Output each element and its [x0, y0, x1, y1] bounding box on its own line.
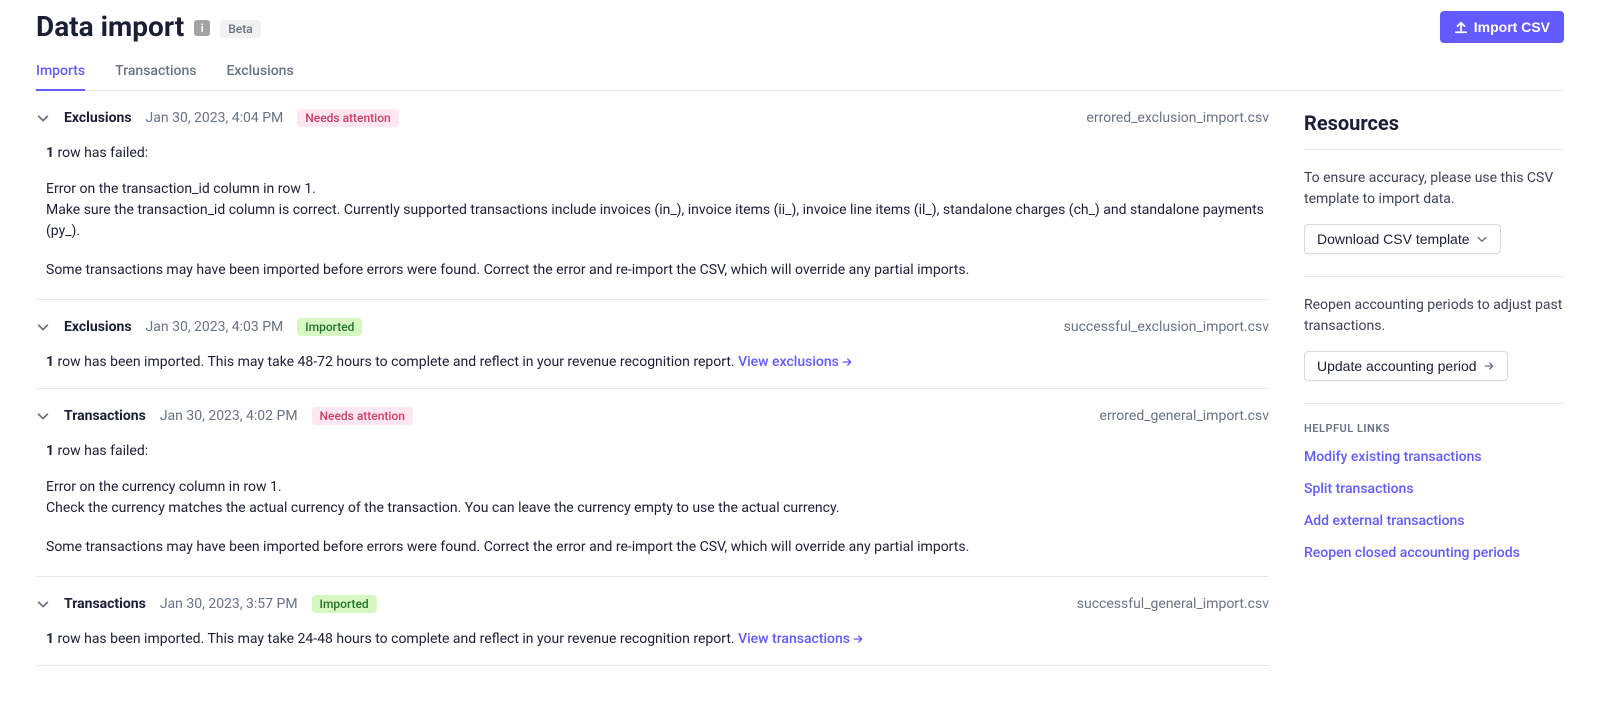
- import-filename: successful_general_import.csv: [1077, 596, 1269, 612]
- error-message: Error on the transaction_id column in ro…: [46, 179, 1269, 242]
- import-type: Exclusions: [64, 319, 132, 335]
- arrow-right-icon: [1483, 360, 1495, 372]
- warning-message: Some transactions may have been imported…: [46, 260, 1269, 281]
- status-badge: Imported: [297, 318, 362, 336]
- page-header: Data import i Beta Import CSV: [36, 10, 1564, 55]
- link-modify-transactions[interactable]: Modify existing transactions: [1304, 449, 1564, 465]
- import-type: Transactions: [64, 408, 146, 424]
- helpful-links-heading: HELPFUL LINKS: [1304, 422, 1564, 435]
- import-timestamp: Jan 30, 2023, 3:57 PM: [160, 596, 298, 612]
- update-accounting-period-button[interactable]: Update accounting period: [1304, 351, 1508, 381]
- download-csv-label: Download CSV template: [1317, 231, 1470, 247]
- resources-heading: Resources: [1304, 111, 1564, 150]
- arrow-right-icon: [841, 356, 853, 368]
- import-csv-label: Import CSV: [1474, 19, 1550, 35]
- import-filename: successful_exclusion_import.csv: [1064, 319, 1269, 335]
- view-transactions-link[interactable]: View transactions: [738, 631, 864, 647]
- import-item: Transactions Jan 30, 2023, 3:57 PM Impor…: [36, 577, 1269, 666]
- import-filename: errored_exclusion_import.csv: [1086, 110, 1269, 126]
- import-filename: errored_general_import.csv: [1100, 408, 1269, 424]
- imports-list: Exclusions Jan 30, 2023, 4:04 PM Needs a…: [36, 91, 1269, 666]
- import-timestamp: Jan 30, 2023, 4:03 PM: [146, 319, 284, 335]
- divider: [1304, 403, 1564, 404]
- update-period-label: Update accounting period: [1317, 358, 1477, 374]
- page-title: Data import: [36, 10, 184, 43]
- import-type: Transactions: [64, 596, 146, 612]
- tab-transactions[interactable]: Transactions: [115, 55, 196, 91]
- link-reopen-closed-periods[interactable]: Reopen closed accounting periods: [1304, 545, 1564, 561]
- beta-badge: Beta: [220, 20, 260, 38]
- tabs-nav: Imports Transactions Exclusions: [36, 55, 1564, 91]
- tab-imports[interactable]: Imports: [36, 55, 85, 91]
- status-badge: Needs attention: [297, 109, 398, 127]
- import-item-header[interactable]: Exclusions Jan 30, 2023, 4:03 PM Importe…: [36, 318, 1269, 336]
- import-item: Exclusions Jan 30, 2023, 4:03 PM Importe…: [36, 300, 1269, 389]
- import-item-header[interactable]: Transactions Jan 30, 2023, 3:57 PM Impor…: [36, 595, 1269, 613]
- warning-message: Some transactions may have been imported…: [46, 537, 1269, 558]
- chevron-down-icon: [36, 320, 50, 334]
- template-help-text: To ensure accuracy, please use this CSV …: [1304, 168, 1564, 210]
- import-item: Transactions Jan 30, 2023, 4:02 PM Needs…: [36, 389, 1269, 577]
- resources-panel: Resources To ensure accuracy, please use…: [1304, 91, 1564, 666]
- import-item-body: 1 row has been imported. This may take 4…: [36, 354, 1269, 370]
- import-item-body: 1 row has been imported. This may take 2…: [36, 631, 1269, 647]
- download-csv-template-button[interactable]: Download CSV template: [1304, 224, 1501, 254]
- import-csv-button[interactable]: Import CSV: [1440, 11, 1564, 43]
- view-exclusions-link[interactable]: View exclusions: [738, 354, 853, 370]
- success-message: 1 row has been imported. This may take 2…: [46, 631, 1269, 647]
- import-item-body: 1 row has failed: Error on the currency …: [36, 443, 1269, 558]
- reopen-help-text: Reopen accounting periods to adjust past…: [1304, 295, 1564, 337]
- import-item-body: 1 row has failed: Error on the transacti…: [36, 145, 1269, 281]
- upload-icon: [1454, 20, 1468, 34]
- title-group: Data import i Beta: [36, 10, 261, 43]
- import-timestamp: Jan 30, 2023, 4:02 PM: [160, 408, 298, 424]
- import-timestamp: Jan 30, 2023, 4:04 PM: [146, 110, 284, 126]
- import-type: Exclusions: [64, 110, 132, 126]
- fail-summary: 1 row has failed:: [46, 145, 1269, 161]
- chevron-down-icon: [36, 409, 50, 423]
- link-add-external-transactions[interactable]: Add external transactions: [1304, 513, 1564, 529]
- import-item: Exclusions Jan 30, 2023, 4:04 PM Needs a…: [36, 91, 1269, 300]
- fail-summary: 1 row has failed:: [46, 443, 1269, 459]
- status-badge: Imported: [312, 595, 377, 613]
- divider: [1304, 276, 1564, 277]
- tab-exclusions[interactable]: Exclusions: [226, 55, 293, 91]
- success-message: 1 row has been imported. This may take 4…: [46, 354, 1269, 370]
- chevron-down-icon: [36, 111, 50, 125]
- chevron-down-icon: [36, 597, 50, 611]
- arrow-right-icon: [852, 633, 864, 645]
- info-icon[interactable]: i: [194, 20, 210, 36]
- chevron-down-icon: [1476, 233, 1488, 245]
- error-message: Error on the currency column in row 1. C…: [46, 477, 1269, 519]
- status-badge: Needs attention: [312, 407, 413, 425]
- import-item-header[interactable]: Transactions Jan 30, 2023, 4:02 PM Needs…: [36, 407, 1269, 425]
- link-split-transactions[interactable]: Split transactions: [1304, 481, 1564, 497]
- import-item-header[interactable]: Exclusions Jan 30, 2023, 4:04 PM Needs a…: [36, 109, 1269, 127]
